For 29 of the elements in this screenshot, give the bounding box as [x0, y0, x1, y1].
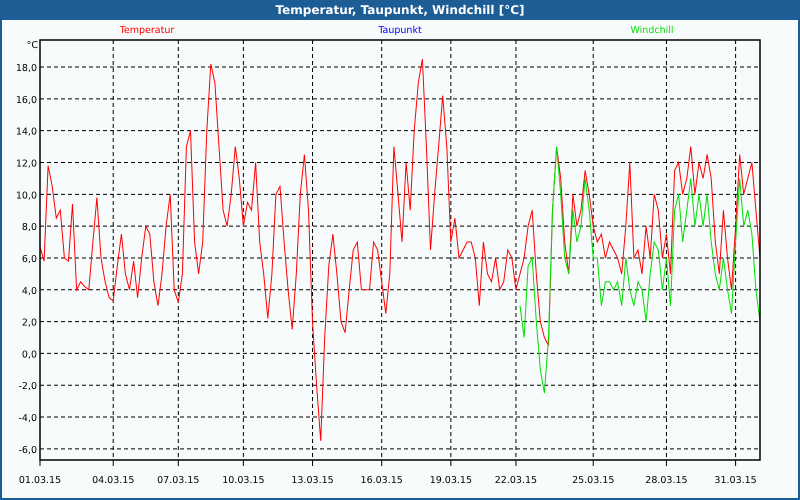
axis-label: 6,0 — [22, 254, 37, 265]
legend-label: Temperatur — [120, 25, 174, 36]
axis-label: -4,0 — [18, 413, 37, 424]
axis-label: 16.03.15 — [360, 475, 403, 486]
axis-label: 01.03.15 — [18, 475, 62, 486]
axis-label: 18,0 — [16, 63, 37, 74]
axis-label: 12,0 — [16, 158, 37, 170]
axis-label: 10.03.15 — [222, 475, 265, 486]
axis-label: 07.03.15 — [157, 475, 200, 486]
axis-label: 8,0 — [22, 222, 37, 234]
axis-title: °C — [26, 40, 38, 51]
axis-label: 31.03.15 — [714, 475, 757, 486]
axis-label: 25.03.15 — [572, 475, 614, 486]
axis-label: 2,0 — [22, 318, 37, 329]
axis-label: 28.03.15 — [645, 475, 688, 486]
legend-label: Windchill — [630, 25, 674, 36]
axis-label: 19.03.15 — [430, 475, 472, 486]
axis-label: 0,0 — [22, 349, 37, 360]
axis-label: -2,0 — [18, 381, 37, 392]
axis-label: -6,0 — [18, 444, 37, 456]
axis-label: 22.03.15 — [494, 475, 538, 486]
window-title: Temperatur, Taupunkt, Windchill [°C] — [276, 2, 524, 19]
legend-label: Taupunkt — [378, 25, 422, 36]
axis-label: 13.03.15 — [291, 475, 334, 486]
axis-label: 14,0 — [16, 126, 37, 138]
axis-label: 10,0 — [16, 190, 37, 202]
axis-label: 16,0 — [16, 94, 37, 106]
axis-label: 04.03.15 — [92, 475, 134, 486]
axis-label: 4,0 — [22, 286, 37, 297]
